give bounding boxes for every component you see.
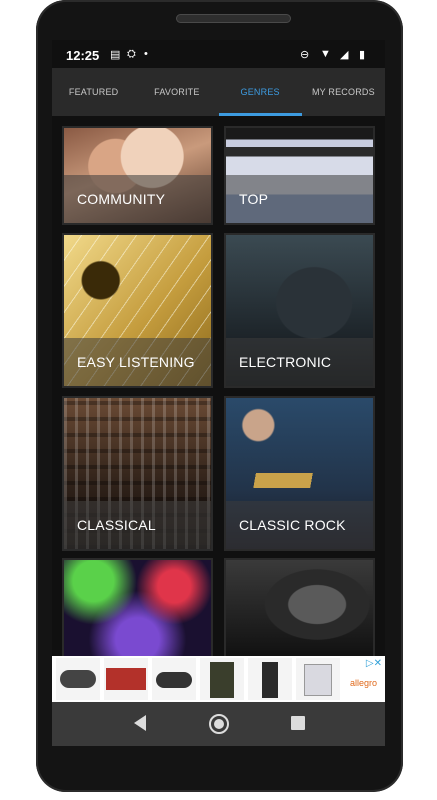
tab-my-records[interactable]: MY RECORDS — [302, 68, 385, 116]
wifi-icon: ▼ — [320, 48, 331, 60]
signal-icon: ◢ — [340, 49, 349, 61]
ad-product-motorcycle[interactable] — [152, 658, 196, 700]
recents-icon[interactable] — [290, 715, 306, 731]
battery-icon: ▮ — [359, 49, 366, 61]
status-bar: 12:25 ▤ ⛭ • ⊖ ▼ ◢ ▮ — [52, 40, 385, 68]
ad-banner[interactable]: ▷✕ allegro — [52, 656, 385, 702]
ad-product-pants[interactable] — [248, 658, 292, 700]
ad-product-jacket[interactable] — [200, 658, 244, 700]
tab-genres[interactable]: GENRES — [218, 68, 303, 116]
tab-label: MY RECORDS — [311, 87, 375, 97]
genre-image — [64, 560, 211, 666]
back-icon[interactable] — [132, 714, 148, 732]
android-icon: ⛭ — [127, 48, 136, 60]
genre-label: ELECTRONIC — [226, 338, 373, 386]
tab-featured[interactable]: FEATURED — [52, 68, 135, 116]
ad-product-motorcycle[interactable] — [56, 658, 100, 700]
ad-product-trailer[interactable] — [104, 658, 148, 700]
genre-tile-classic-rock[interactable]: CLASSIC ROCK — [224, 396, 375, 551]
dnd-icon: ⊖ — [300, 49, 310, 61]
genre-tile-classical[interactable]: CLASSICAL — [62, 396, 213, 551]
status-time: 12:25 — [66, 48, 100, 63]
genre-label: EASY LISTENING — [64, 338, 211, 386]
home-icon[interactable] — [208, 713, 230, 735]
tab-label: FAVORITE — [154, 87, 200, 97]
message-icon: ▤ — [110, 49, 121, 61]
genre-tile-electronic[interactable]: ELECTRONIC — [224, 233, 375, 388]
genre-tile-easy-listening[interactable]: EASY LISTENING — [62, 233, 213, 388]
ad-product-machine[interactable] — [296, 658, 340, 700]
tab-label: GENRES — [240, 87, 280, 97]
ad-brand: allegro — [350, 678, 378, 688]
ad-choices-icon[interactable]: ▷✕ — [366, 658, 382, 669]
phone-speaker — [176, 14, 291, 23]
app-screen: 12:25 ▤ ⛭ • ⊖ ▼ ◢ ▮ FEATURED FAVORITE GE… — [52, 40, 385, 746]
genre-label: COMMUNITY — [64, 175, 211, 223]
genre-tile-soul[interactable] — [224, 558, 375, 668]
tab-bar: FEATURED FAVORITE GENRES MY RECORDS — [52, 68, 385, 116]
android-nav-bar — [52, 702, 385, 746]
dot-icon: • — [144, 48, 148, 60]
genre-tile-top[interactable]: TOP — [224, 126, 375, 225]
genre-label: TOP — [226, 175, 373, 223]
tab-favorite[interactable]: FAVORITE — [135, 68, 218, 116]
genre-tile-dance[interactable] — [62, 558, 213, 668]
genre-label: CLASSIC ROCK — [226, 501, 373, 549]
tab-label: FEATURED — [68, 87, 119, 97]
genre-image — [226, 560, 373, 666]
genre-label: CLASSICAL — [64, 501, 211, 549]
genre-tile-community[interactable]: COMMUNITY — [62, 126, 213, 225]
